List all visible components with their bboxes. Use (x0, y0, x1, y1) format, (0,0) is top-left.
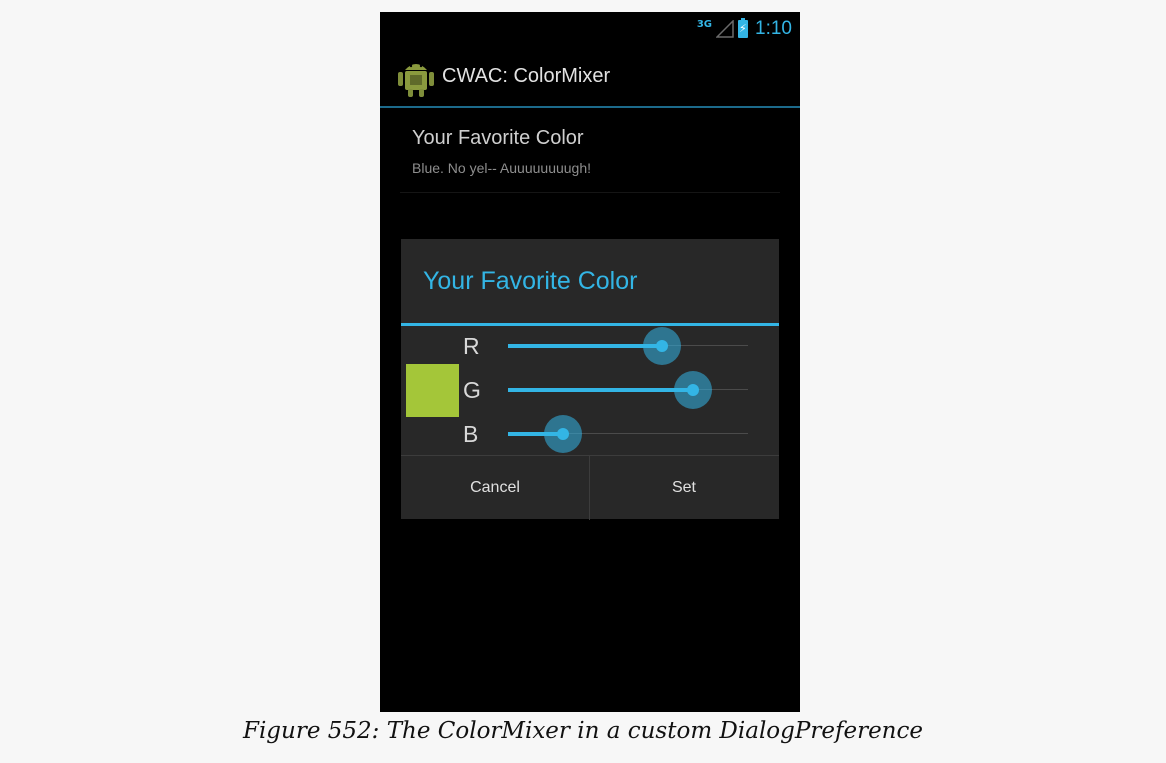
app-title: CWAC: ColorMixer (442, 65, 611, 87)
set-button[interactable]: Set (590, 456, 778, 520)
slider-b-thumb[interactable] (557, 428, 569, 440)
channel-label-b: B (463, 421, 479, 447)
phone-screen: 3G ⚡ 1:10 CWAC: ColorMixer Your Favorite… (380, 12, 800, 712)
slider-r-thumb[interactable] (656, 340, 668, 352)
slider-g-fill (508, 388, 693, 392)
android-app-icon[interactable] (398, 58, 434, 98)
slider-b[interactable] (508, 415, 748, 453)
signal-icon (716, 20, 734, 38)
dialog-button-bar: Cancel Set (401, 455, 779, 520)
dialog-title: Your Favorite Color (423, 267, 638, 295)
slider-g[interactable] (508, 371, 748, 409)
channel-label-g: G (463, 377, 481, 403)
figure-caption: Figure 552: The ColorMixer in a custom D… (242, 718, 923, 744)
preference-item[interactable]: Your Favorite Color Blue. No yel-- Auuuu… (400, 124, 780, 193)
dialog-title-divider (401, 323, 779, 326)
preference-title: Your Favorite Color (412, 127, 584, 149)
color-swatch (406, 364, 459, 417)
slider-g-thumb[interactable] (687, 384, 699, 396)
action-bar: CWAC: ColorMixer (380, 52, 800, 108)
status-clock: 1:10 (755, 18, 792, 39)
slider-r[interactable] (508, 327, 748, 365)
battery-charging-icon: ⚡ (738, 18, 748, 38)
color-dialog: Your Favorite Color R G B Cancel Set (401, 239, 779, 520)
slider-r-fill (508, 344, 662, 348)
network-type: 3G (696, 19, 712, 30)
preference-summary: Blue. No yel-- Auuuuuuuugh! (412, 160, 592, 176)
status-bar: 3G ⚡ 1:10 (380, 12, 800, 50)
cancel-button[interactable]: Cancel (401, 456, 590, 520)
channel-label-r: R (463, 333, 480, 359)
